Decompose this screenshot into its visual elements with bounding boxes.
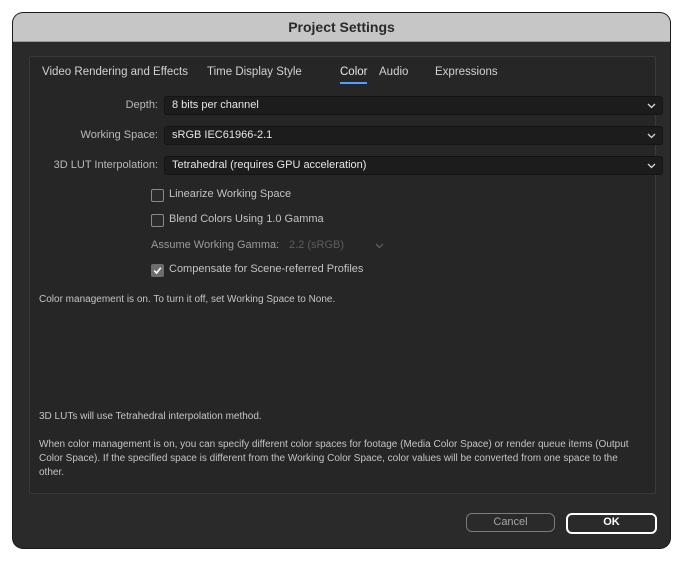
assume-gamma-dropdown: 2.2 (sRGB)	[289, 239, 389, 253]
chevron-down-icon	[647, 103, 656, 109]
compensate-checkbox[interactable]	[151, 264, 164, 277]
tab-expressions[interactable]: Expressions	[435, 66, 498, 78]
tab-video-rendering[interactable]: Video Rendering and Effects	[42, 66, 188, 78]
dialog-title: Project Settings	[13, 13, 670, 42]
chevron-down-icon	[375, 243, 384, 249]
linearize-checkbox[interactable]	[151, 189, 164, 202]
working-space-label: Working Space:	[80, 129, 158, 141]
working-space-value: sRGB IEC61966-2.1	[172, 129, 273, 141]
chevron-down-icon	[647, 133, 656, 139]
assume-gamma-value: 2.2 (sRGB)	[289, 239, 345, 251]
depth-label: Depth:	[125, 99, 158, 111]
cancel-button[interactable]: Cancel	[466, 513, 555, 532]
lut-interpolation-label: 3D LUT Interpolation:	[53, 159, 158, 171]
lut-note: 3D LUTs will use Tetrahedral interpolati…	[39, 411, 262, 422]
linearize-label: Linearize Working Space	[169, 188, 292, 200]
lut-interpolation-dropdown[interactable]: Tetrahedral (requires GPU acceleration)	[164, 156, 663, 175]
chevron-down-icon	[647, 163, 656, 169]
tab-color[interactable]: Color	[340, 66, 367, 78]
working-space-dropdown[interactable]: sRGB IEC61966-2.1	[164, 126, 663, 145]
tab-audio[interactable]: Audio	[379, 66, 408, 78]
checkmark-icon	[153, 267, 162, 275]
compensate-label: Compensate for Scene-referred Profiles	[169, 263, 364, 275]
depth-dropdown[interactable]: 8 bits per channel	[164, 96, 663, 115]
blend-gamma-label: Blend Colors Using 1.0 Gamma	[169, 213, 324, 225]
lut-interpolation-value: Tetrahedral (requires GPU acceleration)	[172, 159, 367, 171]
color-management-status: Color management is on. To turn it off, …	[39, 294, 336, 305]
ok-button[interactable]: OK	[566, 513, 657, 534]
tab-time-display-style[interactable]: Time Display Style	[207, 66, 302, 78]
description-line-3: other.	[39, 467, 65, 478]
depth-value: 8 bits per channel	[172, 99, 259, 111]
description-line-2: Color Space). If the specified space is …	[39, 453, 618, 464]
assume-gamma-label: Assume Working Gamma:	[151, 239, 280, 251]
project-settings-dialog: Project Settings Video Rendering and Eff…	[13, 13, 670, 548]
description-line-1: When color management is on, you can spe…	[39, 439, 629, 450]
active-tab-indicator	[340, 82, 367, 84]
blend-gamma-checkbox[interactable]	[151, 214, 164, 227]
settings-panel: Video Rendering and Effects Time Display…	[29, 56, 663, 494]
